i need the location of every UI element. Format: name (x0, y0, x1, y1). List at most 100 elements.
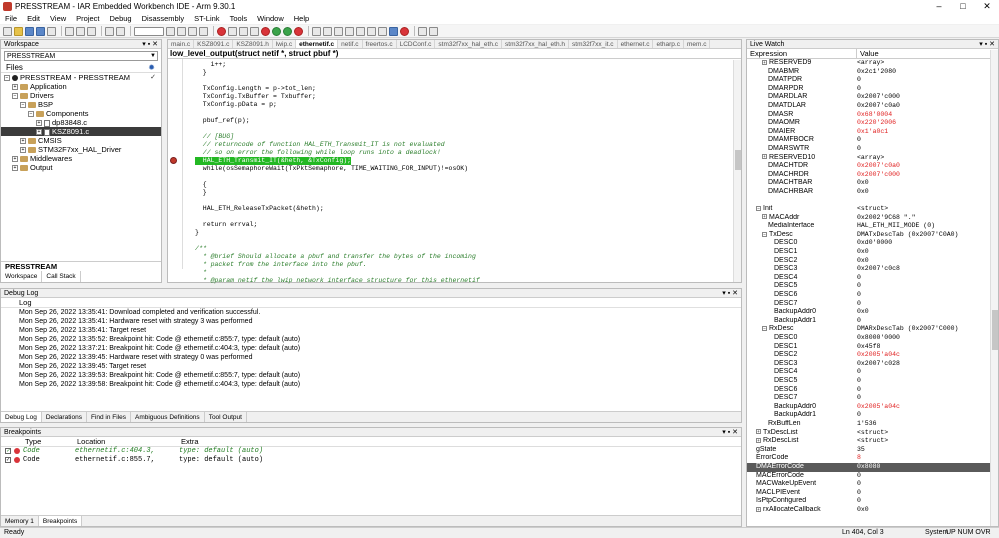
output-tab[interactable]: Find in Files (87, 412, 131, 422)
panel-close-icon[interactable]: ▾ ▪ ✕ (722, 289, 738, 298)
editor-tab[interactable]: KSZ8091.c (194, 40, 234, 48)
watch-row[interactable]: DESC3 0x2007'c0c8 (747, 265, 998, 274)
bookmark-icon[interactable] (228, 26, 237, 36)
paste-icon[interactable] (87, 26, 96, 36)
col-value[interactable]: Value (857, 49, 879, 58)
editor-tab[interactable]: main.c (168, 40, 195, 48)
expand-toggle-icon[interactable]: + (36, 120, 42, 127)
swo-icon[interactable] (429, 26, 438, 36)
watch-row[interactable]: DMARDLAR 0x2007'c000 (747, 93, 998, 102)
find-icon[interactable] (166, 26, 175, 36)
debug-without-download-icon[interactable] (283, 26, 292, 36)
watch-row[interactable]: DESC3 0x2007'c028 (747, 360, 998, 369)
workspace-configuration-select[interactable]: PRESSTREAM ▼ (4, 51, 158, 61)
tree-item[interactable]: − BSP (1, 100, 161, 109)
undo-icon[interactable] (105, 26, 114, 36)
watch-row[interactable]: DESC6 0 (747, 386, 998, 395)
breakpoint-marker-icon[interactable] (170, 157, 177, 164)
copy-icon[interactable] (76, 26, 85, 36)
watch-row[interactable]: DESC1 0x45f8 (747, 343, 998, 352)
tab-breakpoints[interactable]: Breakpoints (38, 516, 83, 526)
expand-toggle-icon[interactable]: + (12, 156, 18, 163)
watch-row[interactable]: BackupAddr0 0x0 (747, 308, 998, 317)
watch-row[interactable]: DESC0 0x8000'0000 (747, 334, 998, 343)
expand-toggle-icon[interactable]: + (12, 165, 18, 172)
step-into-icon[interactable] (345, 26, 354, 36)
col-expression[interactable]: Expression (747, 49, 857, 58)
watch-row[interactable]: DESC0 0xd0'0000 (747, 239, 998, 248)
watch-row[interactable]: DESC5 0 (747, 282, 998, 291)
watch-row[interactable]: − Init <struct> (747, 205, 998, 214)
expand-toggle-icon[interactable]: − (12, 93, 18, 100)
menu-help[interactable]: Help (289, 14, 314, 23)
tree-item[interactable]: + Application (1, 82, 161, 91)
watch-row[interactable]: DMAErrorCode 0x8080 (747, 462, 998, 472)
tree-item[interactable]: − Drivers (1, 91, 161, 100)
run-to-cursor-icon[interactable] (378, 26, 387, 36)
watch-row[interactable]: DMATDLAR 0x2007'c0a0 (747, 102, 998, 111)
redo-icon[interactable] (116, 26, 125, 36)
watch-row[interactable]: DESC4 0 (747, 274, 998, 283)
watch-scrollbar[interactable] (990, 50, 998, 526)
col-type[interactable]: Type (25, 437, 77, 446)
watch-row[interactable]: DMABMR 0x2c1'2080 (747, 68, 998, 77)
stop-build-icon[interactable] (261, 26, 270, 36)
etm-icon[interactable] (418, 26, 427, 36)
output-tab[interactable]: Ambiguous Definitions (131, 412, 205, 422)
menu-view[interactable]: View (45, 14, 71, 23)
expand-toggle-icon[interactable]: − (20, 102, 26, 109)
make-icon[interactable] (250, 26, 259, 36)
panel-close-icon[interactable]: ▾ ▪ ✕ (142, 40, 158, 49)
compile-icon[interactable] (239, 26, 248, 36)
editor-tab[interactable]: etharp.c (653, 40, 684, 48)
watch-row[interactable]: − TxDesc DMATxDescTab (0x2007'C0A0) (747, 231, 998, 240)
find-next-icon[interactable] (177, 26, 186, 36)
menu-edit[interactable]: Edit (22, 14, 45, 23)
step-out-icon[interactable] (356, 26, 365, 36)
open-folder-icon[interactable] (14, 26, 23, 36)
watch-row[interactable]: RxBuffLen 1'536 (747, 420, 998, 429)
col-extra[interactable]: Extra (181, 437, 199, 446)
watch-row[interactable]: gState 35 (747, 446, 998, 455)
editor-tab[interactable]: KSZ8091.h (233, 40, 273, 48)
watch-row[interactable]: DESC1 0x0 (747, 248, 998, 257)
watch-row[interactable]: + MACAddr 0x2002'9C68 "." (747, 214, 998, 223)
tree-item[interactable]: + dp83848.c (1, 118, 161, 127)
watch-row[interactable]: DESC7 0 (747, 394, 998, 403)
gear-icon[interactable]: ✹ (148, 63, 155, 73)
panel-close-icon[interactable]: ▾ ▪ ✕ (722, 428, 738, 437)
next-statement-icon[interactable] (367, 26, 376, 36)
stop-debug-icon[interactable] (294, 26, 303, 36)
function-navigator[interactable]: low_level_output(struct netif *, struct … (168, 49, 741, 59)
output-tab[interactable]: Tool Output (205, 412, 247, 422)
watch-row[interactable]: DMAMFBOCR 0 (747, 136, 998, 145)
tab-workspace[interactable]: Workspace (1, 271, 43, 282)
checkbox[interactable]: ✓ (5, 448, 11, 454)
expand-toggle-icon[interactable]: + (12, 84, 18, 91)
watch-row[interactable]: DESC2 0x2005'a04c (747, 351, 998, 360)
watch-row[interactable]: BackupAddr1 0 (747, 411, 998, 420)
editor-tab[interactable]: stm32f7xx_hal_eth.h (502, 40, 570, 48)
menu-project[interactable]: Project (71, 14, 104, 23)
watch-row[interactable]: DESC4 0 (747, 368, 998, 377)
tab-call-stack[interactable]: Call Stack (42, 271, 81, 282)
watch-row[interactable]: DMACHTBAR 0x0 (747, 179, 998, 188)
menu-tools[interactable]: Tools (225, 14, 253, 23)
watch-row[interactable]: DMACHTDR 0x2007'c0a0 (747, 162, 998, 171)
go-icon[interactable] (389, 26, 398, 36)
stop-icon[interactable] (400, 26, 409, 36)
watch-row[interactable]: BackupAddr0 0x2005'a04c (747, 403, 998, 412)
watch-row[interactable]: − RxDesc DMARxDescTab (0x2007'C000) (747, 325, 998, 334)
watch-row[interactable]: DMACHRBAR 0x0 (747, 188, 998, 197)
cut-icon[interactable] (65, 26, 74, 36)
editor-tab[interactable]: ethernet.c (618, 40, 654, 48)
tree-item[interactable]: + Middlewares (1, 154, 161, 163)
expand-toggle-icon[interactable]: + (756, 429, 761, 435)
watch-row[interactable]: MACWakeUpEvent 0 (747, 480, 998, 489)
editor-tab[interactable]: LCDConf.c (397, 40, 436, 48)
watch-row[interactable]: DMATPDR 0 (747, 76, 998, 85)
tree-item[interactable]: + KSZ8091.c (1, 127, 161, 136)
expand-toggle-icon[interactable]: + (762, 154, 767, 160)
expand-toggle-icon[interactable]: − (28, 111, 34, 118)
tab-memory-1[interactable]: Memory 1 (1, 516, 39, 526)
